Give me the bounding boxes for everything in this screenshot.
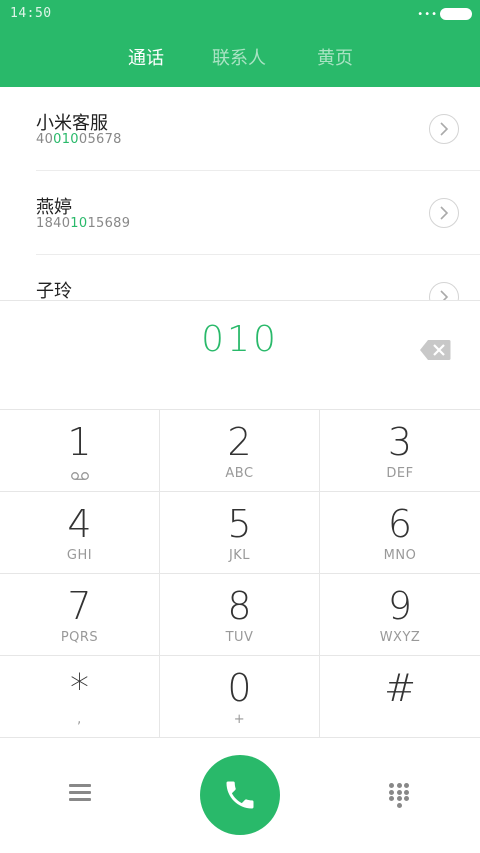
- number-prefix: 40: [36, 132, 54, 147]
- dialed-number-display: 010: [0, 300, 480, 409]
- key-digit: 1: [67, 420, 92, 464]
- key-0[interactable]: 0 +: [160, 656, 320, 738]
- key-letters: ABC: [225, 466, 254, 481]
- contact-number: 18401015689: [36, 216, 130, 231]
- key-digit: 5: [227, 502, 252, 546]
- dial-keypad: 1 2 ABC 3 DEF 4 GHI 5 JKL 6 MNO 7 PQRS 8…: [0, 409, 480, 739]
- key-letters: PQRS: [60, 630, 99, 645]
- key-4[interactable]: 4 GHI: [0, 492, 160, 574]
- key-6[interactable]: 6 MNO: [320, 492, 480, 574]
- list-item[interactable]: 子玲: [0, 255, 480, 301]
- key-7[interactable]: 7 PQRS: [0, 574, 160, 656]
- dialed-number: 010: [201, 319, 279, 360]
- key-letters: +: [233, 712, 246, 727]
- tab-calls[interactable]: 通话: [128, 44, 164, 70]
- status-bar: 14:50 •••: [0, 0, 480, 28]
- key-digit: 0: [227, 666, 252, 710]
- key-digit: #: [384, 666, 416, 710]
- chevron-right-icon[interactable]: [429, 114, 459, 144]
- call-button[interactable]: [200, 755, 280, 835]
- tab-yellow-pages[interactable]: 黄页: [317, 44, 353, 70]
- key-letters: MNO: [383, 548, 417, 563]
- key-digit: 8: [227, 584, 252, 628]
- status-time: 14:50: [10, 6, 52, 21]
- key-letters: JKL: [228, 548, 251, 563]
- key-digit: 7: [67, 584, 92, 628]
- key-hash[interactable]: #: [320, 656, 480, 738]
- key-2[interactable]: 2 ABC: [160, 410, 320, 492]
- phone-icon: [226, 781, 254, 809]
- number-match: 10: [70, 216, 88, 231]
- key-digit: 9: [387, 584, 413, 628]
- number-prefix: 1840: [36, 216, 71, 231]
- key-letters: WXYZ: [379, 630, 421, 645]
- number-suffix: 15689: [87, 216, 131, 231]
- key-5[interactable]: 5 JKL: [160, 492, 320, 574]
- key-digit: 3: [387, 420, 413, 464]
- chevron-right-icon[interactable]: [429, 282, 459, 301]
- key-star[interactable]: * ,: [0, 656, 160, 738]
- key-letters: TUV: [225, 630, 254, 645]
- key-digit: 2: [227, 420, 252, 464]
- dialpad-icon[interactable]: [388, 783, 410, 809]
- key-digit: 4: [67, 502, 92, 546]
- battery-icon: [440, 8, 472, 20]
- key-letters: DEF: [386, 466, 414, 481]
- backspace-icon[interactable]: [419, 339, 451, 361]
- list-item[interactable]: 燕婷 18401015689: [0, 171, 480, 255]
- app-header: 14:50 ••• 通话 联系人 黄页: [0, 0, 480, 87]
- key-8[interactable]: 8 TUV: [160, 574, 320, 656]
- list-item[interactable]: 小米客服 4001005678: [0, 87, 480, 171]
- menu-icon[interactable]: [69, 784, 91, 802]
- contact-name: 子玲: [36, 281, 72, 301]
- signal-dots-icon: •••: [417, 9, 438, 20]
- number-suffix: 05678: [78, 132, 122, 147]
- key-3[interactable]: 3 DEF: [320, 410, 480, 492]
- number-match: 010: [53, 132, 79, 147]
- tab-bar: 通话 联系人 黄页: [0, 44, 480, 70]
- voicemail-icon: [70, 466, 90, 485]
- key-9[interactable]: 9 WXYZ: [320, 574, 480, 656]
- tab-contacts[interactable]: 联系人: [212, 44, 266, 70]
- contact-number: 4001005678: [36, 132, 122, 147]
- key-1[interactable]: 1: [0, 410, 160, 492]
- key-digit: *: [70, 666, 89, 710]
- key-digit: 6: [387, 502, 413, 546]
- chevron-right-icon[interactable]: [429, 198, 459, 228]
- bottom-action-bar: [0, 739, 480, 853]
- contact-match-list[interactable]: 小米客服 4001005678 燕婷 18401015689 子玲: [0, 87, 480, 301]
- key-letters: GHI: [66, 548, 93, 563]
- key-letters: ,: [77, 712, 82, 727]
